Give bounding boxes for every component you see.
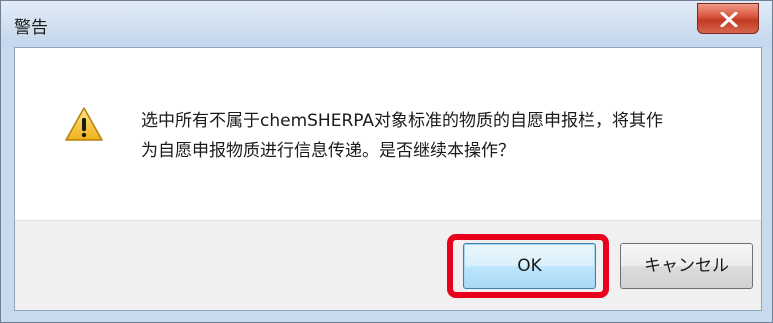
message-line-2: 为自愿申报物质进行信息传递。是否继续本操作？ [141, 141, 515, 161]
warning-icon [64, 106, 104, 146]
message-area: 选中所有不属于chemSHERPA对象标准的物质的自愿申报栏，将其作 为自愿申报… [15, 48, 761, 220]
dialog-content: 选中所有不属于chemSHERPA对象标准的物质的自愿申报栏，将其作 为自愿申报… [14, 47, 762, 311]
close-icon [720, 12, 738, 27]
warning-dialog: 警告 选中所有不属于chemSHERPA对象标准的物质的自愿申报栏，将其作 为自… [0, 0, 773, 323]
close-button[interactable] [697, 3, 759, 34]
cancel-button[interactable]: キャンセル [620, 243, 753, 289]
message-line-1: 选中所有不属于chemSHERPA对象标准的物质的自愿申报栏，将其作 [141, 111, 664, 131]
dialog-title: 警告 [14, 18, 48, 38]
ok-button[interactable]: OK [463, 243, 596, 289]
title-bar[interactable]: 警告 [1, 1, 772, 47]
button-bar: OK キャンセル [15, 220, 761, 310]
message-text: 选中所有不属于chemSHERPA对象标准的物质的自愿申报栏，将其作 为自愿申报… [141, 106, 731, 166]
